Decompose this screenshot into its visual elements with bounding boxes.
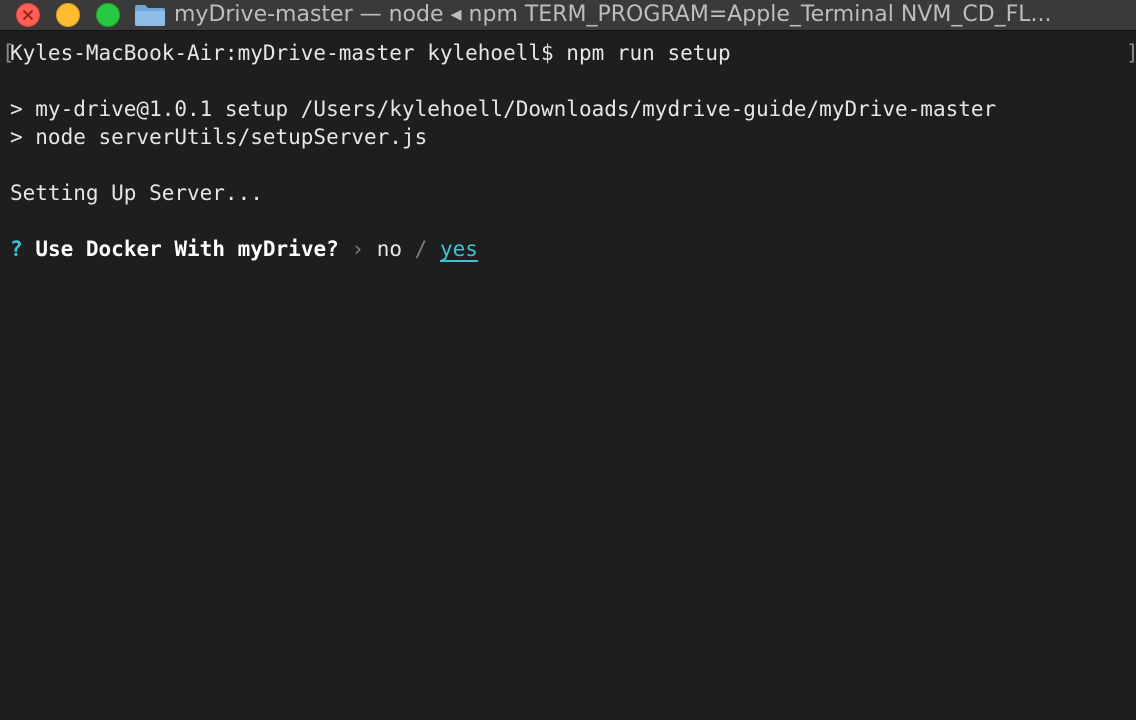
minimize-button[interactable]: [56, 3, 80, 27]
close-icon: [23, 10, 33, 20]
line-marker-right: ]: [1126, 39, 1136, 67]
option-yes[interactable]: yes: [440, 237, 478, 261]
question-text: Use Docker With myDrive?: [35, 237, 339, 261]
title-bar[interactable]: myDrive-master — node ◂ npm TERM_PROGRAM…: [0, 0, 1136, 31]
terminal-window: myDrive-master — node ◂ npm TERM_PROGRAM…: [0, 0, 1136, 720]
status-line: Setting Up Server...: [10, 181, 263, 205]
question-mark: ?: [10, 237, 23, 261]
close-button[interactable]: [16, 3, 40, 27]
maximize-button[interactable]: [96, 3, 120, 27]
question-separator: ›: [351, 237, 365, 261]
option-slash: /: [414, 237, 428, 261]
prompt-line: Kyles-MacBook-Air:myDrive-master kylehoe…: [10, 41, 731, 65]
command-line: > node serverUtils/setupServer.js: [10, 125, 428, 149]
window-title: myDrive-master — node ◂ npm TERM_PROGRAM…: [174, 2, 1052, 27]
terminal-content[interactable]: [ ] Kyles-MacBook-Air:myDrive-master kyl…: [0, 31, 1136, 720]
option-no[interactable]: no: [377, 237, 402, 261]
prompt-question-line: ? Use Docker With myDrive? › no / yes: [10, 235, 478, 263]
folder-icon: [135, 5, 165, 26]
script-line: > my-drive@1.0.1 setup /Users/kylehoell/…: [10, 97, 997, 121]
